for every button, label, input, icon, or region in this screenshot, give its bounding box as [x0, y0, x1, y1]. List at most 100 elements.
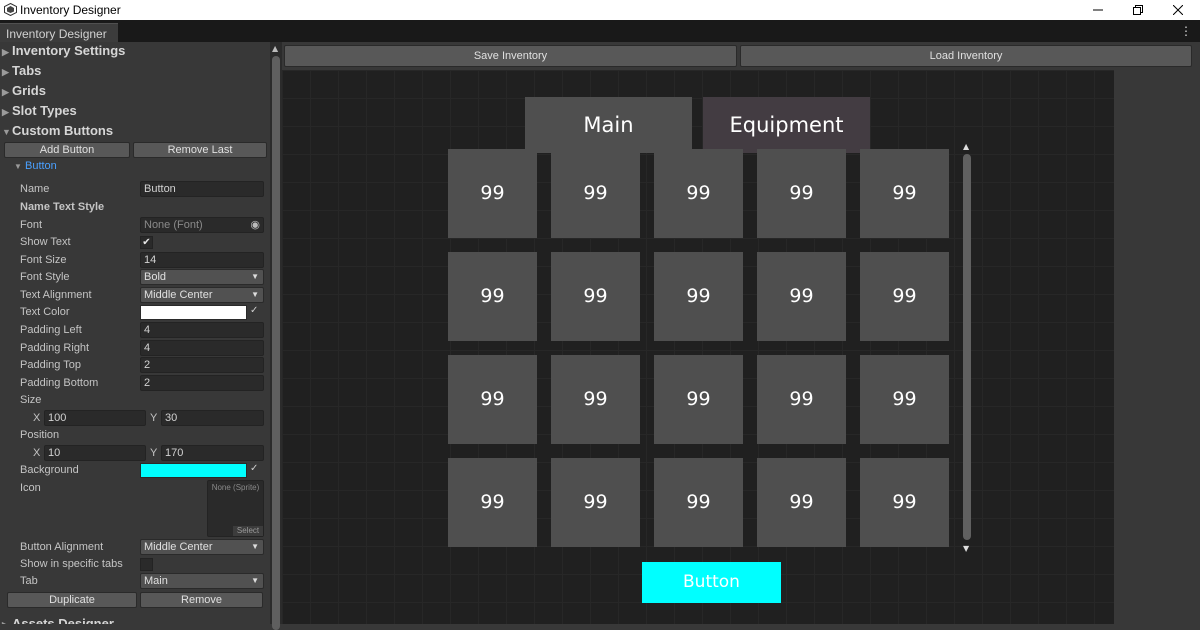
name-field[interactable]: Button [140, 181, 264, 197]
object-picker-icon[interactable]: ◉ [250, 218, 260, 232]
window-title: Inventory Designer [20, 3, 121, 17]
padding-bottom-field[interactable]: 2 [140, 375, 264, 391]
kebab-menu-icon[interactable]: ⋮ [1180, 24, 1192, 38]
font-style-dropdown[interactable]: Bold ▼ [140, 269, 264, 285]
show-specific-tabs-label: Show in specific tabs [20, 558, 123, 570]
inventory-slot[interactable]: 99 [860, 458, 949, 547]
inventory-slot[interactable]: 99 [757, 149, 846, 238]
section-grids[interactable]: ▶ Grids [2, 83, 46, 101]
duplicate-button[interactable]: Duplicate [7, 592, 137, 608]
show-text-label: Show Text [20, 236, 71, 248]
inventory-preview-canvas: Main Equipment 99 99 99 99 99 99 99 99 99 99 99 99 9… [282, 70, 1114, 624]
inventory-slot[interactable]: 99 [757, 458, 846, 547]
font-label: Font [20, 219, 43, 231]
font-size-field[interactable]: 14 [140, 252, 264, 268]
name-text-style-header: Name Text Style [20, 201, 105, 213]
custom-button-preview[interactable]: Button [642, 562, 781, 603]
inventory-slot[interactable]: 99 [654, 355, 743, 444]
close-button[interactable] [1156, 0, 1200, 20]
position-x-field[interactable]: 10 [44, 445, 146, 461]
position-y-field[interactable]: 170 [161, 445, 264, 461]
section-inventory-settings[interactable]: ▶ Inventory Settings [2, 43, 125, 61]
foldout-collapsed-icon: ▶ [2, 47, 9, 57]
icon-sprite-field[interactable]: None (Sprite) Select [207, 480, 264, 537]
padding-left-field[interactable]: 4 [140, 322, 264, 338]
button-item-foldout[interactable]: ▼ Button [14, 160, 57, 172]
size-y-field[interactable]: 30 [161, 410, 264, 426]
inventory-slot[interactable]: 99 [551, 149, 640, 238]
dropdown-value: Middle Center [144, 289, 213, 301]
grid-scrollbar[interactable]: ▲ ▼ [962, 142, 972, 582]
inventory-slot[interactable]: 99 [551, 355, 640, 444]
section-tabs[interactable]: ▶ Tabs [2, 63, 41, 81]
button-alignment-dropdown[interactable]: Middle Center ▼ [140, 539, 264, 555]
text-color-field[interactable] [140, 305, 247, 320]
inventory-slot[interactable]: 99 [448, 252, 537, 341]
padding-top-field[interactable]: 2 [140, 357, 264, 373]
eyedropper-icon[interactable]: ✓ [250, 305, 262, 319]
inventory-slot[interactable]: 99 [860, 355, 949, 444]
remove-last-button[interactable]: Remove Last [133, 142, 267, 158]
background-color-field[interactable] [140, 463, 247, 478]
section-label: Assets Designer [12, 616, 114, 624]
padding-top-label: Padding Top [20, 359, 81, 371]
section-slot-types[interactable]: ▶ Slot Types [2, 103, 77, 121]
inventory-slot[interactable]: 99 [654, 458, 743, 547]
position-label: Position [20, 429, 60, 441]
font-object-field[interactable]: None (Font) ◉ [140, 217, 264, 233]
padding-left-label: Padding Left [20, 324, 82, 336]
foldout-collapsed-icon: ▶ [2, 620, 12, 624]
inventory-slot[interactable]: 99 [654, 252, 743, 341]
inventory-slot[interactable]: 99 [448, 355, 537, 444]
inventory-slot[interactable]: 99 [654, 149, 743, 238]
scrollbar-thumb[interactable] [272, 56, 280, 630]
padding-bottom-label: Padding Bottom [20, 377, 99, 389]
minimize-button[interactable] [1076, 0, 1120, 20]
inventory-tab-main[interactable]: Main [525, 97, 692, 153]
chevron-down-icon: ▼ [251, 576, 259, 585]
section-label: Custom Buttons [12, 123, 114, 138]
padding-right-field[interactable]: 4 [140, 340, 264, 356]
restore-button[interactable] [1116, 0, 1160, 20]
scroll-up-arrow-icon[interactable]: ▲ [963, 142, 969, 151]
save-inventory-button[interactable]: Save Inventory [284, 45, 737, 67]
inspector-scrollbar[interactable]: ▲ [270, 42, 282, 630]
foldout-collapsed-icon: ▶ [2, 67, 9, 77]
inventory-slot[interactable]: 99 [860, 252, 949, 341]
inventory-slot[interactable]: 99 [551, 458, 640, 547]
inventory-slot[interactable]: 99 [551, 252, 640, 341]
tab-dropdown[interactable]: Main ▼ [140, 573, 264, 589]
inspector-panel: ▶ Inventory Settings ▶ Tabs ▶ Grids ▶ Slot T… [0, 42, 270, 624]
scrollbar-thumb[interactable] [963, 154, 971, 540]
remove-button[interactable]: Remove [140, 592, 263, 608]
section-custom-buttons[interactable]: ▼Custom Buttons [2, 123, 113, 141]
position-y-label: Y [150, 447, 158, 459]
inventory-slot[interactable]: 99 [448, 149, 537, 238]
eyedropper-icon[interactable]: ✓ [250, 463, 262, 477]
editor-tab-strip: Inventory Designer ⋮ [0, 20, 1200, 42]
text-alignment-dropdown[interactable]: Middle Center ▼ [140, 287, 264, 303]
padding-right-label: Padding Right [20, 342, 90, 354]
inventory-tab-equipment[interactable]: Equipment [703, 97, 870, 153]
dropdown-value: Bold [144, 271, 167, 283]
chevron-down-icon: ▼ [251, 272, 259, 281]
font-value: None (Font) [144, 219, 203, 231]
inventory-slot[interactable]: 99 [448, 458, 537, 547]
size-x-field[interactable]: 100 [44, 410, 146, 426]
show-specific-tabs-checkbox[interactable] [140, 558, 153, 571]
scroll-down-arrow-icon[interactable]: ▼ [963, 544, 969, 553]
name-label: Name [20, 183, 50, 195]
add-button-button[interactable]: Add Button [4, 142, 130, 158]
load-inventory-button[interactable]: Load Inventory [740, 45, 1192, 67]
inventory-slot[interactable]: 99 [757, 355, 846, 444]
show-text-checkbox[interactable]: ✔ [140, 236, 153, 249]
button-alignment-label: Button Alignment [20, 541, 104, 553]
inventory-slot[interactable]: 99 [757, 252, 846, 341]
scroll-up-arrow-icon[interactable]: ▲ [272, 44, 278, 53]
section-assets-designer[interactable]: ▶Assets Designer [2, 616, 114, 624]
icon-select-button[interactable]: Select [233, 526, 263, 536]
close-icon [1173, 5, 1183, 15]
tab-inventory-designer[interactable]: Inventory Designer [0, 23, 118, 42]
restore-icon [1133, 5, 1143, 15]
inventory-slot[interactable]: 99 [860, 149, 949, 238]
